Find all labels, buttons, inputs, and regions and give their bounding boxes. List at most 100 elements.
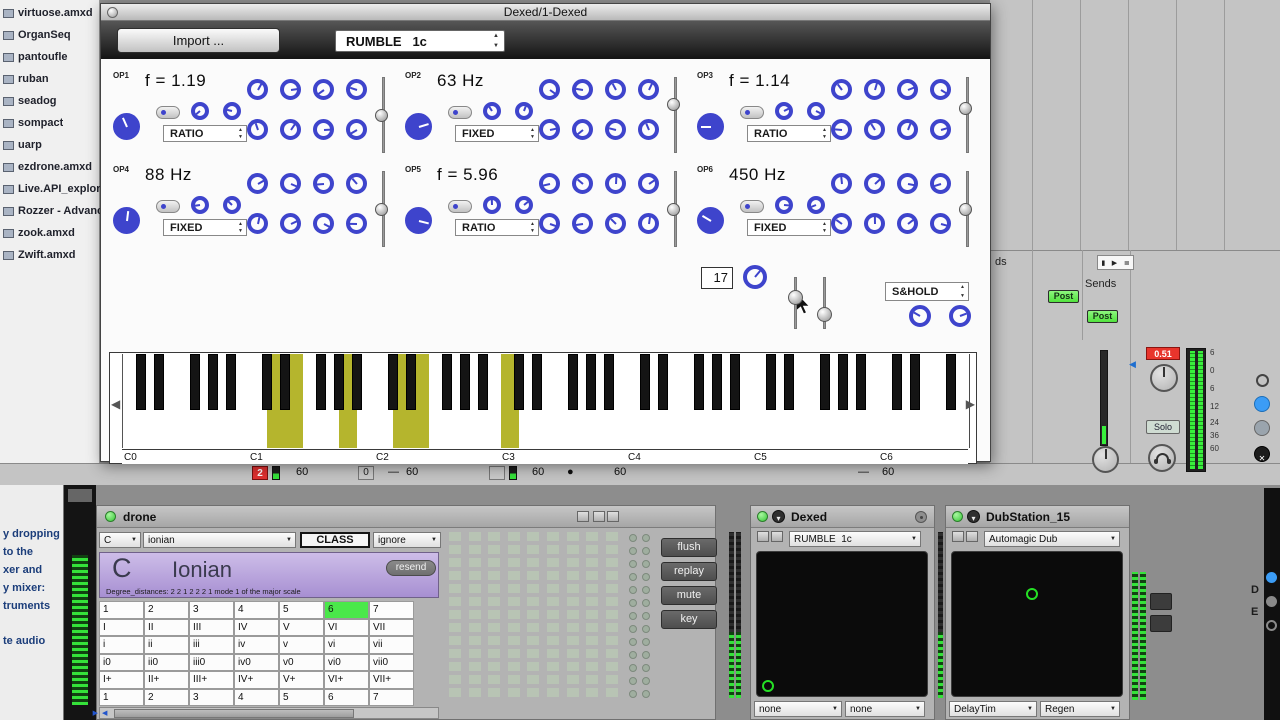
mini-box[interactable] — [489, 466, 505, 480]
matrix-cell[interactable] — [547, 623, 559, 632]
matrix-cell[interactable] — [507, 532, 520, 541]
op-env-knob[interactable] — [831, 119, 852, 140]
op-env-knob[interactable] — [539, 173, 560, 194]
stop-icon[interactable] — [1101, 259, 1105, 267]
matrix-cell[interactable] — [605, 597, 618, 606]
matrix-cell[interactable] — [468, 558, 481, 567]
black-key[interactable] — [730, 354, 740, 410]
op-env-knob[interactable] — [930, 119, 951, 140]
black-key[interactable] — [262, 354, 272, 410]
black-key[interactable] — [226, 354, 236, 410]
op-env-knob[interactable] — [930, 213, 951, 234]
radio-dot[interactable] — [642, 690, 650, 698]
matrix-cell[interactable] — [449, 649, 461, 658]
op-fine-slider[interactable] — [740, 200, 764, 213]
edge-icon[interactable] — [1266, 620, 1277, 631]
op-env-knob[interactable] — [897, 173, 918, 194]
matrix-cell[interactable] — [449, 636, 461, 645]
scale-degree-cell[interactable]: V+ — [279, 671, 324, 689]
black-key[interactable] — [532, 354, 542, 410]
op-mode-combo[interactable]: FIXED — [455, 125, 539, 142]
matrix-cell[interactable] — [566, 675, 579, 684]
op-slider-handle[interactable] — [667, 203, 680, 216]
matrix-cell[interactable] — [488, 584, 501, 593]
op-mode-combo[interactable]: RATIO — [455, 219, 539, 236]
scale-degree-cell[interactable]: V — [279, 618, 324, 636]
scale-degree-cell[interactable]: VI — [324, 618, 369, 636]
lfo-depth-knob[interactable] — [949, 305, 971, 327]
black-key[interactable] — [280, 354, 290, 410]
matrix-cell[interactable] — [547, 662, 559, 671]
matrix-cell[interactable] — [566, 571, 579, 580]
black-key[interactable] — [568, 354, 578, 410]
matrix-cell[interactable] — [547, 649, 559, 658]
post-button[interactable]: Post — [1087, 310, 1118, 323]
black-key[interactable] — [838, 354, 848, 410]
op-small-knob[interactable] — [483, 102, 501, 120]
scale-degree-cell[interactable]: iii0 — [189, 653, 234, 671]
save-icon[interactable] — [607, 511, 619, 522]
matrix-cell[interactable] — [566, 597, 579, 606]
mini-num[interactable]: 60 — [296, 466, 308, 478]
save-icon[interactable] — [966, 531, 978, 542]
op-env-knob[interactable] — [280, 119, 301, 140]
op-env-knob[interactable] — [346, 79, 367, 100]
black-key[interactable] — [712, 354, 722, 410]
black-key[interactable] — [910, 354, 920, 410]
matrix-cell[interactable] — [586, 584, 599, 593]
op-slider-handle[interactable] — [959, 203, 972, 216]
black-key[interactable] — [478, 354, 488, 410]
root-note-combo[interactable]: C — [99, 532, 141, 548]
hot-swap-icon[interactable] — [772, 510, 785, 523]
matrix-cell[interactable] — [605, 532, 618, 541]
scale-degree-cell[interactable]: 7 — [369, 601, 414, 619]
mini-num[interactable]: 60 — [406, 466, 418, 478]
black-key[interactable] — [316, 354, 326, 410]
op-env-knob[interactable] — [313, 173, 334, 194]
param-combo-right[interactable]: none — [845, 701, 925, 717]
matrix-cell[interactable] — [507, 688, 520, 697]
radio-dot[interactable] — [642, 547, 650, 555]
op-fine-slider[interactable] — [156, 200, 180, 213]
matrix-cell[interactable] — [566, 623, 579, 632]
preview-icon[interactable] — [757, 531, 769, 542]
option-box[interactable] — [1150, 615, 1172, 632]
matrix-cell[interactable] — [566, 532, 579, 541]
mixer-toggle-icon[interactable] — [1254, 420, 1270, 436]
mini-box[interactable]: 0 — [358, 466, 374, 480]
black-key[interactable] — [406, 354, 416, 410]
radio-dot[interactable] — [642, 638, 650, 646]
param-combo-right[interactable]: Regen — [1040, 701, 1120, 717]
import-button[interactable]: Import ... — [117, 28, 280, 53]
matrix-cell[interactable] — [488, 597, 501, 606]
op-slider-handle[interactable] — [667, 98, 680, 111]
drone-button-replay[interactable]: replay — [661, 562, 717, 581]
op-env-knob[interactable] — [346, 173, 367, 194]
scale-degree-cell[interactable]: vi0 — [324, 653, 369, 671]
op-env-knob[interactable] — [864, 79, 885, 100]
post-button[interactable]: Post — [1048, 290, 1079, 303]
scale-degree-cell[interactable]: IV+ — [234, 671, 279, 689]
matrix-cell[interactable] — [488, 571, 501, 580]
black-key[interactable] — [514, 354, 524, 410]
op-env-knob[interactable] — [313, 119, 334, 140]
matrix-cell[interactable] — [449, 558, 461, 567]
matrix-cell[interactable] — [586, 623, 599, 632]
sidebar-item[interactable]: seadog — [0, 90, 100, 112]
op-env-knob[interactable] — [897, 79, 918, 100]
matrix-cell[interactable] — [566, 558, 579, 567]
op-small-knob[interactable] — [515, 196, 533, 214]
matrix-cell[interactable] — [527, 545, 540, 554]
black-key[interactable] — [640, 354, 650, 410]
op-output-knob[interactable] — [697, 113, 724, 140]
matrix-cell[interactable] — [507, 636, 520, 645]
op-env-knob[interactable] — [897, 213, 918, 234]
op-small-knob[interactable] — [807, 196, 825, 214]
device-on-led[interactable] — [105, 511, 116, 522]
op-small-knob[interactable] — [483, 196, 501, 214]
save-icon[interactable] — [771, 531, 783, 542]
op-env-knob[interactable] — [864, 119, 885, 140]
sidebar-item[interactable]: Zwift.amxd — [0, 244, 100, 266]
op-env-knob[interactable] — [831, 213, 852, 234]
mini-num[interactable]: 60 — [532, 466, 544, 478]
